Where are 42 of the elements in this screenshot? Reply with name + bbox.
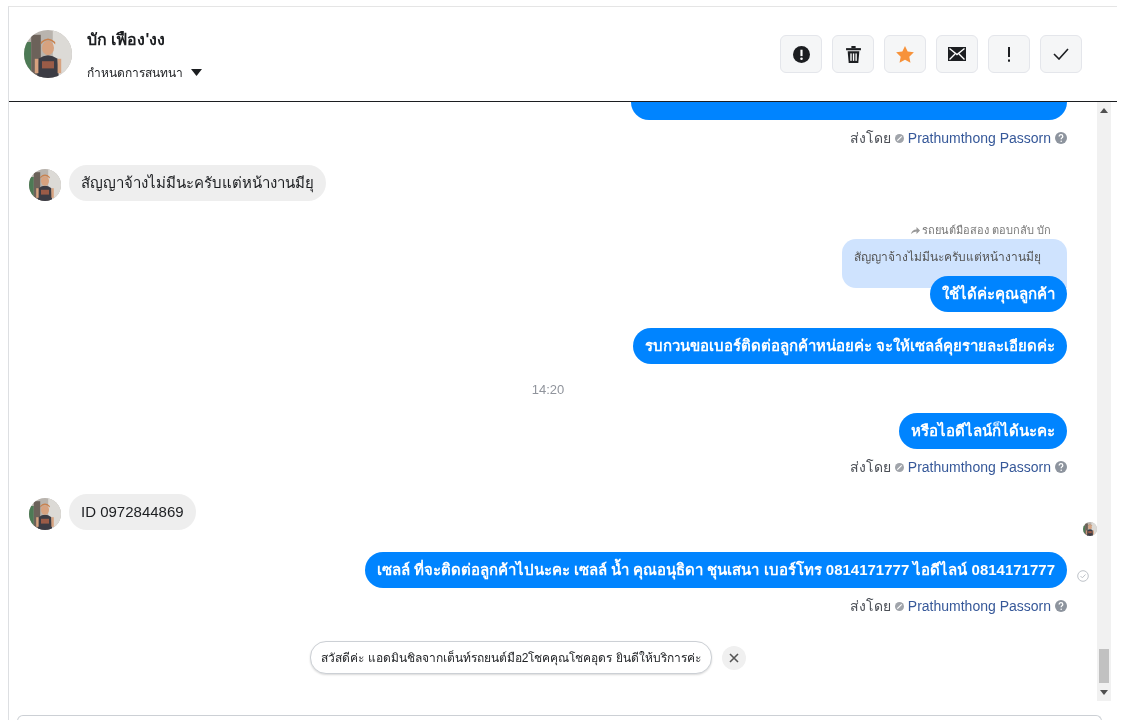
sender-link[interactable]: Prathumthong Passorn <box>907 598 1051 614</box>
sent-by-label: ส่งโดย <box>849 458 891 477</box>
mail-icon <box>948 47 966 61</box>
message-bubble: ใช้ได้ค่ะคุณลูกค้า <box>930 276 1067 312</box>
close-icon <box>728 652 739 663</box>
reply-header: รถยนต์มือสอง ตอบกลับ บัก <box>921 223 1051 238</box>
report-button[interactable] <box>780 35 822 73</box>
message-bubble: ID 0972844869 <box>69 494 196 530</box>
verified-icon <box>894 601 904 611</box>
exclamation-icon <box>1007 46 1011 62</box>
message-bubble: สัญญาจ้างไม่มีนะครับแต่หน้างานมียุ <box>69 165 326 201</box>
sent-by-label: ส่งโดย <box>849 129 891 148</box>
caret-icon[interactable] <box>191 68 202 76</box>
timestamp: 14:20 <box>531 382 565 397</box>
trash-icon <box>845 45 861 63</box>
sender-link[interactable]: Prathumthong Passorn <box>907 459 1051 475</box>
suggested-reply[interactable]: สวัสดีค่ะ แอดมินชิลจากเต็นท์รถยนต์มือ2โชคคุณโชคอุดร ยินดีให้บริการค่ะ <box>310 641 712 674</box>
sent-by-label: ส่งโดย <box>849 597 891 616</box>
reply-icon <box>910 226 920 234</box>
contact-name: บัก เฟือง'งง <box>87 29 167 50</box>
scroll-up-icon[interactable] <box>1100 108 1108 113</box>
star-button[interactable] <box>884 35 926 73</box>
mail-button[interactable] <box>936 35 978 73</box>
alert-icon <box>792 45 810 63</box>
help-icon[interactable] <box>1055 600 1067 612</box>
check-icon <box>1053 48 1069 60</box>
help-icon[interactable] <box>1055 461 1067 473</box>
sender-link[interactable]: Prathumthong Passorn <box>907 130 1051 146</box>
verified-icon <box>894 133 904 143</box>
delete-button[interactable] <box>832 35 874 73</box>
conversation-menu[interactable]: กำหนดการสนทนา <box>87 62 183 82</box>
message-bubble: รบกวนขอเบอร์ติดต่อลูกค้าหน่อยค่ะ จะให้เซลล์คุยรายละเอียดค่ะ <box>632 328 1067 364</box>
message-bubble: เซลล์ ที่จะติดต่อลูกค้าไปนะคะ เซลล์ น้ำ คุณอนุธิดา ชุนเสนา เบอร์โทร 0814171777 ไอดีไลน์ 0814171777 <box>364 552 1067 588</box>
help-icon[interactable] <box>1055 132 1067 144</box>
star-icon <box>896 45 914 63</box>
scrollbar[interactable] <box>1097 102 1111 701</box>
done-button[interactable] <box>1040 35 1082 73</box>
scroll-down-icon[interactable] <box>1100 690 1108 695</box>
message-bubble: หรือไอดีไลน์ก็ได้นะคะ <box>899 413 1067 449</box>
close-button[interactable] <box>721 645 746 670</box>
scrollbar-thumb[interactable] <box>1099 649 1109 683</box>
verified-icon <box>894 462 904 472</box>
